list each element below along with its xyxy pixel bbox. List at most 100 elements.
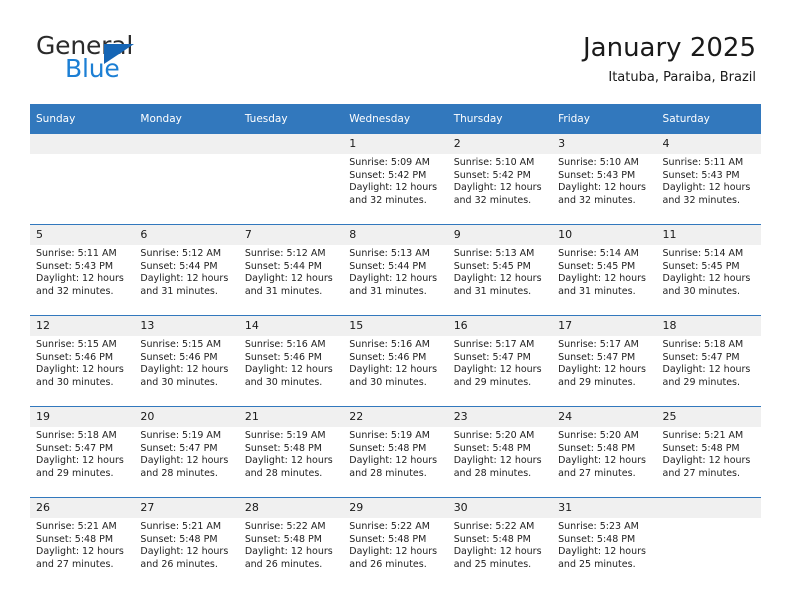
calendar-day-cell[interactable]: 17 Sunrise: 5:17 AM Sunset: 5:47 PM Dayligh… [552, 315, 657, 407]
calendar-day-cell[interactable]: 21 Sunrise: 5:19 AM Sunset: 5:48 PM Dayligh… [238, 406, 344, 498]
calendar-day-cell[interactable]: 20 Sunrise: 5:19 AM Sunset: 5:47 PM Dayligh… [134, 406, 239, 498]
calendar-day-cell[interactable]: 12 Sunrise: 5:15 AM Sunset: 5:46 PM Dayligh… [30, 315, 135, 407]
sunrise-time: Sunrise: 5:20 AM [453, 430, 535, 441]
day-number: 1 [343, 134, 448, 154]
calendar-day-cell[interactable]: 6 Sunrise: 5:12 AM Sunset: 5:44 PM Daylight… [134, 224, 239, 316]
sunset-time: Sunset: 5:46 PM [140, 351, 218, 363]
day-cell-content: 17 Sunrise: 5:17 AM Sunset: 5:47 PM Dayligh… [552, 316, 657, 406]
day-details: Sunrise: 5:19 AM Sunset: 5:48 PM Daylight:… [343, 427, 447, 480]
day-number: 23 [447, 407, 553, 427]
calendar-day-cell[interactable]: 10 Sunrise: 5:14 AM Sunset: 5:45 PM Dayligh… [552, 224, 657, 316]
day-details: Sunrise: 5:13 AM Sunset: 5:44 PM Daylight:… [343, 245, 447, 298]
title-block: January 2025 Itatuba, Paraiba, Brazil [583, 32, 756, 88]
day-number: 31 [552, 498, 657, 518]
day-cell-content: 29 Sunrise: 5:22 AM Sunset: 5:48 PM Dayligh… [343, 498, 448, 588]
calendar-header-row: Sunday Monday Tuesday Wednesday Thursday… [30, 104, 761, 134]
daylight-duration-line2: and 27 minutes. [36, 558, 114, 570]
daylight-duration-line2: and 31 minutes. [349, 285, 427, 297]
daylight-duration-line2: and 27 minutes. [662, 467, 741, 479]
day-details: Sunrise: 5:22 AM Sunset: 5:48 PM Daylight:… [239, 518, 343, 571]
day-details: Sunrise: 5:21 AM Sunset: 5:48 PM Daylight:… [30, 518, 134, 571]
calendar-day-cell[interactable]: 5 Sunrise: 5:11 AM Sunset: 5:43 PM Daylight… [30, 224, 135, 316]
weekday-header-thursday: Thursday [447, 104, 553, 134]
day-number: 21 [238, 407, 344, 427]
day-number: 4 [656, 134, 761, 154]
daylight-duration-line1: Daylight: 12 hours [662, 273, 751, 285]
calendar-day-cell[interactable]: 11 Sunrise: 5:14 AM Sunset: 5:45 PM Dayligh… [656, 224, 761, 316]
calendar-day-cell[interactable]: 18 Sunrise: 5:18 AM Sunset: 5:47 PM Dayligh… [656, 315, 761, 407]
daylight-duration-line1: Daylight: 12 hours [36, 455, 124, 467]
sunset-time: Sunset: 5:46 PM [36, 351, 114, 363]
day-cell-content: 25 Sunrise: 5:21 AM Sunset: 5:48 PM Dayligh… [656, 407, 761, 497]
daylight-duration-line1: Daylight: 12 hours [349, 364, 438, 376]
page-header: General Blue January 2025 Itatuba, Parai… [36, 32, 756, 98]
day-cell-content: 12 Sunrise: 5:15 AM Sunset: 5:46 PM Dayligh… [30, 316, 135, 406]
day-details: Sunrise: 5:23 AM Sunset: 5:48 PM Daylight:… [552, 518, 656, 571]
calendar-day-cell[interactable]: 26 Sunrise: 5:21 AM Sunset: 5:48 PM Dayligh… [30, 497, 135, 588]
sunset-time: Sunset: 5:43 PM [662, 169, 740, 181]
sunrise-time: Sunrise: 5:12 AM [244, 248, 326, 259]
sunset-time: Sunset: 5:48 PM [244, 533, 322, 545]
calendar-day-cell[interactable]: 31 Sunrise: 5:23 AM Sunset: 5:48 PM Dayligh… [552, 497, 657, 588]
day-cell-content: 21 Sunrise: 5:19 AM Sunset: 5:48 PM Dayligh… [238, 407, 344, 497]
calendar-day-cell[interactable]: 29 Sunrise: 5:22 AM Sunset: 5:48 PM Dayligh… [343, 497, 448, 588]
daylight-duration-line1: Daylight: 12 hours [349, 546, 438, 558]
sunrise-time: Sunrise: 5:13 AM [453, 248, 535, 259]
calendar-day-cell[interactable]: 8 Sunrise: 5:13 AM Sunset: 5:44 PM Daylight… [343, 224, 448, 316]
calendar-day-cell[interactable]: 30 Sunrise: 5:22 AM Sunset: 5:48 PM Dayligh… [447, 497, 553, 588]
calendar-day-cell[interactable]: 13 Sunrise: 5:15 AM Sunset: 5:46 PM Dayligh… [134, 315, 239, 407]
calendar-day-cell[interactable]: 16 Sunrise: 5:17 AM Sunset: 5:47 PM Dayligh… [447, 315, 553, 407]
calendar-day-cell[interactable]: 27 Sunrise: 5:21 AM Sunset: 5:48 PM Dayligh… [134, 497, 239, 588]
day-number: 16 [447, 316, 553, 336]
sunset-time: Sunset: 5:46 PM [349, 351, 427, 363]
daylight-duration-line2: and 30 minutes. [349, 376, 427, 388]
day-number: 24 [552, 407, 657, 427]
day-cell-content: 22 Sunrise: 5:19 AM Sunset: 5:48 PM Dayligh… [343, 407, 448, 497]
day-cell-content: 8 Sunrise: 5:13 AM Sunset: 5:44 PM Daylight… [343, 225, 448, 315]
calendar-day-cell[interactable]: 19 Sunrise: 5:18 AM Sunset: 5:47 PM Dayligh… [30, 406, 135, 498]
calendar-day-cell[interactable]: 9 Sunrise: 5:13 AM Sunset: 5:45 PM Daylight… [447, 224, 553, 316]
sunrise-time: Sunrise: 5:14 AM [662, 248, 744, 259]
daylight-duration-line2: and 26 minutes. [244, 558, 323, 570]
day-number: 7 [238, 225, 344, 245]
daylight-duration-line1: Daylight: 12 hours [349, 273, 438, 285]
calendar-day-cell[interactable]: 23 Sunrise: 5:20 AM Sunset: 5:48 PM Dayligh… [447, 406, 553, 498]
sunset-time: Sunset: 5:45 PM [453, 260, 531, 272]
daylight-duration-line2: and 29 minutes. [453, 376, 532, 388]
calendar-day-cell[interactable]: 15 Sunrise: 5:16 AM Sunset: 5:46 PM Dayligh… [343, 315, 448, 407]
daylight-duration-line2: and 31 minutes. [453, 285, 532, 297]
calendar-day-cell[interactable]: 7 Sunrise: 5:12 AM Sunset: 5:44 PM Daylight… [238, 224, 344, 316]
calendar-day-cell[interactable]: 2 Sunrise: 5:10 AM Sunset: 5:42 PM Daylight… [447, 133, 553, 225]
sunrise-time: Sunrise: 5:19 AM [349, 430, 430, 441]
calendar-day-cell[interactable]: 24 Sunrise: 5:20 AM Sunset: 5:48 PM Dayligh… [552, 406, 657, 498]
brand-logo[interactable]: General Blue [36, 32, 266, 88]
calendar-day-cell[interactable]: 14 Sunrise: 5:16 AM Sunset: 5:46 PM Dayligh… [238, 315, 344, 407]
daylight-duration-line2: and 28 minutes. [244, 467, 323, 479]
day-number: 28 [238, 498, 344, 518]
weekday-header-saturday: Saturday [656, 104, 761, 134]
calendar-day-cell[interactable]: 1 Sunrise: 5:09 AM Sunset: 5:42 PM Daylight… [343, 133, 448, 225]
sunset-time: Sunset: 5:48 PM [36, 533, 114, 545]
sunrise-time: Sunrise: 5:20 AM [558, 430, 639, 441]
day-details: Sunrise: 5:16 AM Sunset: 5:46 PM Daylight:… [239, 336, 343, 389]
sunrise-time: Sunrise: 5:12 AM [140, 248, 222, 259]
calendar-day-cell[interactable]: 4 Sunrise: 5:11 AM Sunset: 5:43 PM Daylight… [656, 133, 761, 225]
daylight-duration-line2: and 31 minutes. [140, 285, 218, 297]
day-cell-content [134, 134, 239, 224]
daylight-duration-line2: and 32 minutes. [558, 194, 636, 206]
calendar-day-cell[interactable]: 22 Sunrise: 5:19 AM Sunset: 5:48 PM Dayligh… [343, 406, 448, 498]
calendar-day-cell[interactable]: 28 Sunrise: 5:22 AM Sunset: 5:48 PM Dayligh… [238, 497, 344, 588]
day-details: Sunrise: 5:22 AM Sunset: 5:48 PM Daylight:… [343, 518, 447, 571]
daylight-duration-line2: and 26 minutes. [349, 558, 427, 570]
sunset-time: Sunset: 5:48 PM [558, 533, 636, 545]
daylight-duration-line1: Daylight: 12 hours [558, 182, 646, 194]
day-cell-content: 11 Sunrise: 5:14 AM Sunset: 5:45 PM Dayligh… [656, 225, 761, 315]
day-number [656, 498, 761, 518]
sunrise-time: Sunrise: 5:17 AM [453, 339, 535, 350]
day-number: 20 [134, 407, 239, 427]
calendar-day-cell[interactable]: 3 Sunrise: 5:10 AM Sunset: 5:43 PM Daylight… [552, 133, 657, 225]
day-number: 12 [30, 316, 135, 336]
calendar-day-cell[interactable]: 25 Sunrise: 5:21 AM Sunset: 5:48 PM Dayligh… [656, 406, 761, 498]
day-details: Sunrise: 5:20 AM Sunset: 5:48 PM Daylight:… [552, 427, 656, 480]
day-number: 13 [134, 316, 239, 336]
